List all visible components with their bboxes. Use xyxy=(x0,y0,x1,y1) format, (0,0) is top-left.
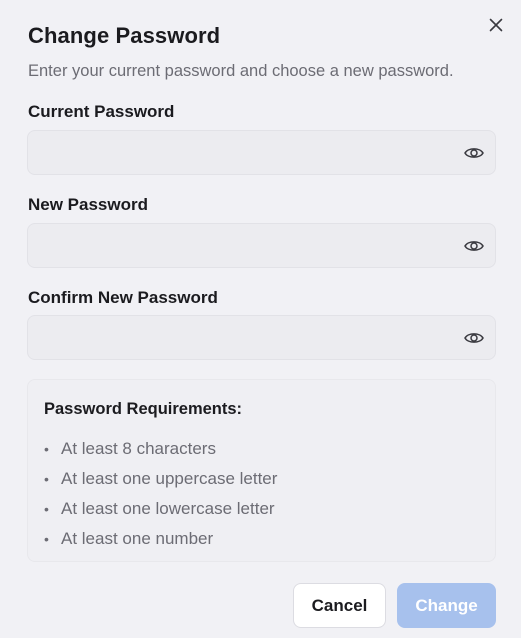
current-password-label: Current Password xyxy=(28,102,175,121)
bullet-icon: • xyxy=(44,531,49,547)
requirement-text: At least one lowercase letter xyxy=(61,499,275,518)
list-item: • At least 8 characters xyxy=(44,434,277,464)
eye-icon xyxy=(464,333,484,343)
list-item: • At least one lowercase letter xyxy=(44,494,277,524)
new-password-input[interactable] xyxy=(28,224,448,267)
dialog-title: Change Password xyxy=(28,23,221,48)
bullet-icon: • xyxy=(44,441,49,457)
new-password-visibility-toggle[interactable] xyxy=(463,235,485,257)
close-button[interactable] xyxy=(484,13,508,37)
current-password-input[interactable] xyxy=(28,131,448,174)
current-password-visibility-toggle[interactable] xyxy=(463,142,485,164)
list-item: • At least one number xyxy=(44,524,277,554)
requirement-text: At least one number xyxy=(61,529,214,548)
bullet-icon: • xyxy=(44,471,49,487)
confirm-password-field xyxy=(27,315,496,360)
cancel-button[interactable]: Cancel xyxy=(293,583,386,628)
eye-icon xyxy=(464,241,484,251)
new-password-label: New Password xyxy=(28,195,148,214)
requirements-title: Password Requirements: xyxy=(44,400,243,418)
confirm-password-label: Confirm New Password xyxy=(28,288,218,307)
confirm-password-visibility-toggle[interactable] xyxy=(463,327,485,349)
requirement-text: At least one uppercase letter xyxy=(61,469,278,488)
password-requirements-panel: Password Requirements: • At least 8 char… xyxy=(27,379,496,562)
requirements-list: • At least 8 characters • At least one u… xyxy=(44,434,277,554)
current-password-field xyxy=(27,130,496,175)
confirm-password-input[interactable] xyxy=(28,316,448,359)
change-password-dialog: Change Password Enter your current passw… xyxy=(0,0,521,638)
bullet-icon: • xyxy=(44,501,49,517)
list-item: • At least one uppercase letter xyxy=(44,464,277,494)
change-button[interactable]: Change xyxy=(397,583,496,628)
requirement-text: At least 8 characters xyxy=(61,439,216,458)
dialog-subtitle: Enter your current password and choose a… xyxy=(28,62,454,80)
new-password-field xyxy=(27,223,496,268)
eye-icon xyxy=(464,148,484,158)
close-icon xyxy=(489,18,503,32)
